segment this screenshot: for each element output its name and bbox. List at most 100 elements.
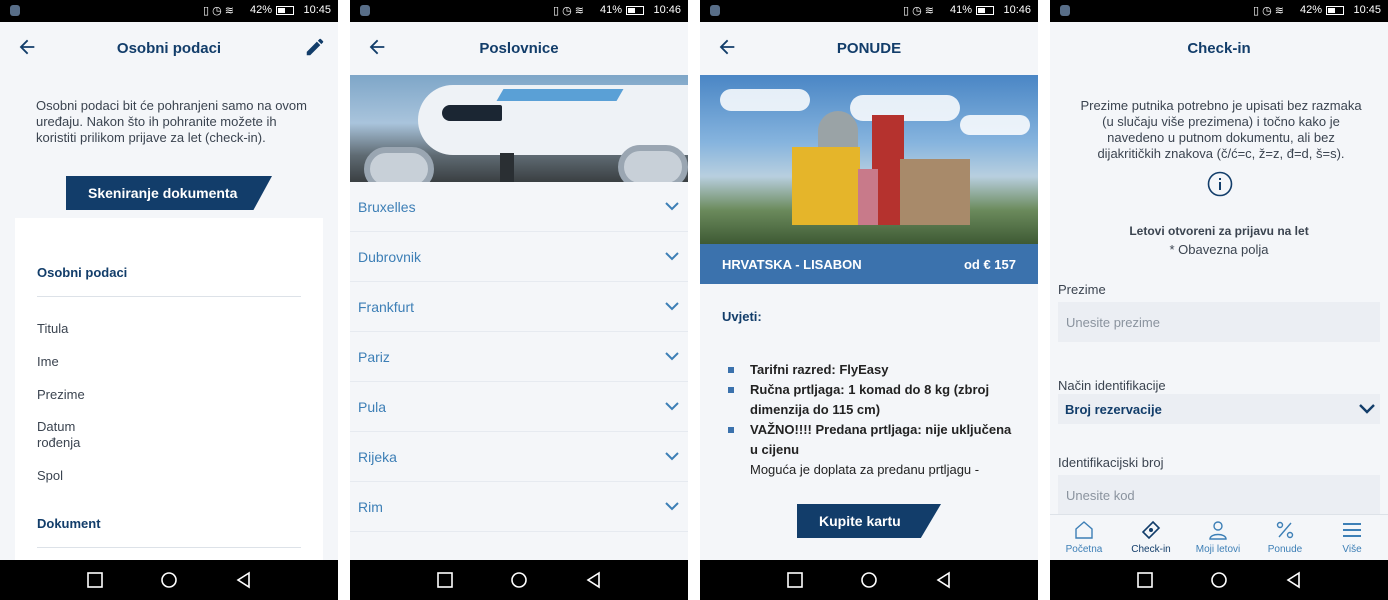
battery-percent: 42% bbox=[249, 4, 272, 16]
chevron-down-icon bbox=[1359, 404, 1375, 414]
divider bbox=[37, 296, 301, 297]
screen-offers: ▯ ◷ ≋ 41% 10:46 PONUDE HRVATSKA - LISABO… bbox=[700, 0, 1038, 600]
percent-icon bbox=[1276, 521, 1294, 539]
field-birth-date-label[interactable]: Datum rođenja bbox=[37, 419, 97, 451]
back-triangle-icon[interactable] bbox=[585, 571, 603, 589]
tab-label: Više bbox=[1342, 544, 1362, 555]
branch-row-dubrovnik[interactable]: Dubrovnik bbox=[350, 232, 688, 282]
conditions-title: Uvjeti: bbox=[722, 309, 762, 324]
field-surname-label[interactable]: Prezime bbox=[37, 387, 85, 403]
personal-data-card: Osobni podaci Titula Ime Prezime Datum r… bbox=[15, 218, 323, 563]
app-notification-icon bbox=[360, 5, 370, 16]
page-title: PONUDE bbox=[836, 40, 902, 57]
screen-branches: ▯ ◷ ≋ 41% 10:46 Poslovnice Bruxelles Dub… bbox=[350, 0, 688, 600]
id-method-value: Broj rezervacije bbox=[1065, 402, 1162, 417]
system-status-icons: ▯ ◷ ≋ bbox=[553, 5, 584, 17]
android-nav-bar bbox=[0, 560, 338, 600]
buy-ticket-button[interactable]: Kupite kartu bbox=[797, 504, 941, 538]
castle-stone-wing bbox=[900, 159, 970, 225]
back-triangle-icon[interactable] bbox=[1285, 571, 1303, 589]
plane-cockpit bbox=[442, 105, 502, 121]
chevron-down-icon bbox=[665, 302, 679, 311]
tab-home[interactable]: Početna bbox=[1050, 515, 1118, 561]
home-circle-icon[interactable] bbox=[510, 571, 528, 589]
chevron-down-icon bbox=[665, 402, 679, 411]
scan-document-button[interactable]: Skeniranje dokumenta bbox=[66, 176, 272, 210]
branch-city-name: Rim bbox=[358, 499, 383, 515]
tab-my-flights[interactable]: Moji letovi bbox=[1184, 515, 1252, 561]
battery-icon bbox=[276, 6, 294, 15]
id-method-select[interactable]: Broj rezervacije bbox=[1058, 394, 1380, 424]
tab-label: Ponude bbox=[1267, 544, 1303, 555]
recent-apps-icon[interactable] bbox=[1136, 571, 1154, 589]
castle-yellow-wall bbox=[792, 147, 860, 225]
tab-offers[interactable]: Ponude bbox=[1251, 515, 1319, 561]
system-status-icons: ▯ ◷ ≋ bbox=[1253, 5, 1284, 17]
section-header-personal: Osobni podaci bbox=[37, 265, 128, 280]
chevron-down-icon bbox=[665, 452, 679, 461]
required-fields-note: * Obavezna polja bbox=[1169, 242, 1269, 257]
tab-more[interactable]: Više bbox=[1318, 515, 1386, 561]
intro-text: Osobni podaci bit će pohranjeni samo na … bbox=[36, 98, 307, 145]
airplane-hero-image bbox=[350, 75, 688, 182]
branch-row-bruxelles[interactable]: Bruxelles bbox=[350, 182, 688, 232]
home-circle-icon[interactable] bbox=[860, 571, 878, 589]
conditions-list: Tarifni razred: FlyEasy Ručna prtljaga: … bbox=[726, 360, 1016, 480]
cloud bbox=[720, 89, 810, 111]
field-title-label[interactable]: Titula bbox=[37, 321, 68, 337]
branch-row-pariz[interactable]: Pariz bbox=[350, 332, 688, 382]
page-title: Osobni podaci bbox=[116, 40, 222, 57]
cloud bbox=[960, 115, 1030, 135]
page-title: Poslovnice bbox=[479, 40, 559, 57]
lisbon-castle-image bbox=[700, 75, 1038, 244]
cloud bbox=[850, 95, 960, 121]
id-number-input[interactable] bbox=[1058, 475, 1380, 515]
chevron-down-icon bbox=[665, 202, 679, 211]
plane-engine-right bbox=[618, 145, 688, 182]
battery-percent: 41% bbox=[949, 4, 972, 16]
offer-banner[interactable]: HRVATSKA - LISABON od € 157 bbox=[700, 244, 1038, 284]
battery-icon bbox=[626, 6, 644, 15]
recent-apps-icon[interactable] bbox=[786, 571, 804, 589]
branch-row-rim[interactable]: Rim bbox=[350, 482, 688, 532]
screen-personal-data: ▯ ◷ ≋ 42% 10:45 Osobni podaci Osobni pod… bbox=[0, 0, 338, 600]
recent-apps-icon[interactable] bbox=[86, 571, 104, 589]
chevron-down-icon bbox=[665, 252, 679, 261]
battery-icon bbox=[976, 6, 994, 15]
info-icon[interactable] bbox=[1207, 171, 1233, 197]
home-circle-icon[interactable] bbox=[1210, 571, 1228, 589]
battery-percent: 41% bbox=[599, 4, 622, 16]
android-nav-bar bbox=[1050, 560, 1388, 600]
plane-engine-left bbox=[364, 147, 434, 182]
back-triangle-icon[interactable] bbox=[235, 571, 253, 589]
branch-row-pula[interactable]: Pula bbox=[350, 382, 688, 432]
field-first-name-label[interactable]: Ime bbox=[37, 354, 59, 370]
back-triangle-icon[interactable] bbox=[935, 571, 953, 589]
app-notification-icon bbox=[710, 5, 720, 16]
clock: 10:46 bbox=[653, 4, 681, 16]
offer-destination: HRVATSKA - LISABON bbox=[722, 257, 862, 272]
app-notification-icon bbox=[10, 5, 20, 16]
chevron-down-icon bbox=[665, 502, 679, 511]
condition-item: Tarifni razred: FlyEasy bbox=[726, 360, 1016, 380]
android-nav-bar bbox=[350, 560, 688, 600]
branch-row-frankfurt[interactable]: Frankfurt bbox=[350, 282, 688, 332]
tab-label: Moji letovi bbox=[1195, 544, 1241, 555]
id-method-label: Način identifikacije bbox=[1058, 378, 1166, 393]
chevron-down-icon bbox=[665, 352, 679, 361]
branch-city-name: Rijeka bbox=[358, 449, 397, 465]
system-status-icons: ▯ ◷ ≋ bbox=[203, 5, 234, 17]
edit-pencil-icon[interactable] bbox=[304, 36, 326, 58]
ticket-icon bbox=[1141, 520, 1161, 540]
battery-percent: 42% bbox=[1299, 4, 1322, 16]
home-circle-icon[interactable] bbox=[160, 571, 178, 589]
branch-row-rijeka[interactable]: Rijeka bbox=[350, 432, 688, 482]
tab-check-in[interactable]: Check-in bbox=[1117, 515, 1185, 561]
recent-apps-icon[interactable] bbox=[436, 571, 454, 589]
android-nav-bar bbox=[700, 560, 1038, 600]
surname-input[interactable] bbox=[1058, 302, 1380, 342]
app-notification-icon bbox=[1060, 5, 1070, 16]
field-gender-label[interactable]: Spol bbox=[37, 468, 63, 484]
tab-label: Početna bbox=[1065, 544, 1103, 555]
plane-landing-gear bbox=[500, 153, 514, 182]
